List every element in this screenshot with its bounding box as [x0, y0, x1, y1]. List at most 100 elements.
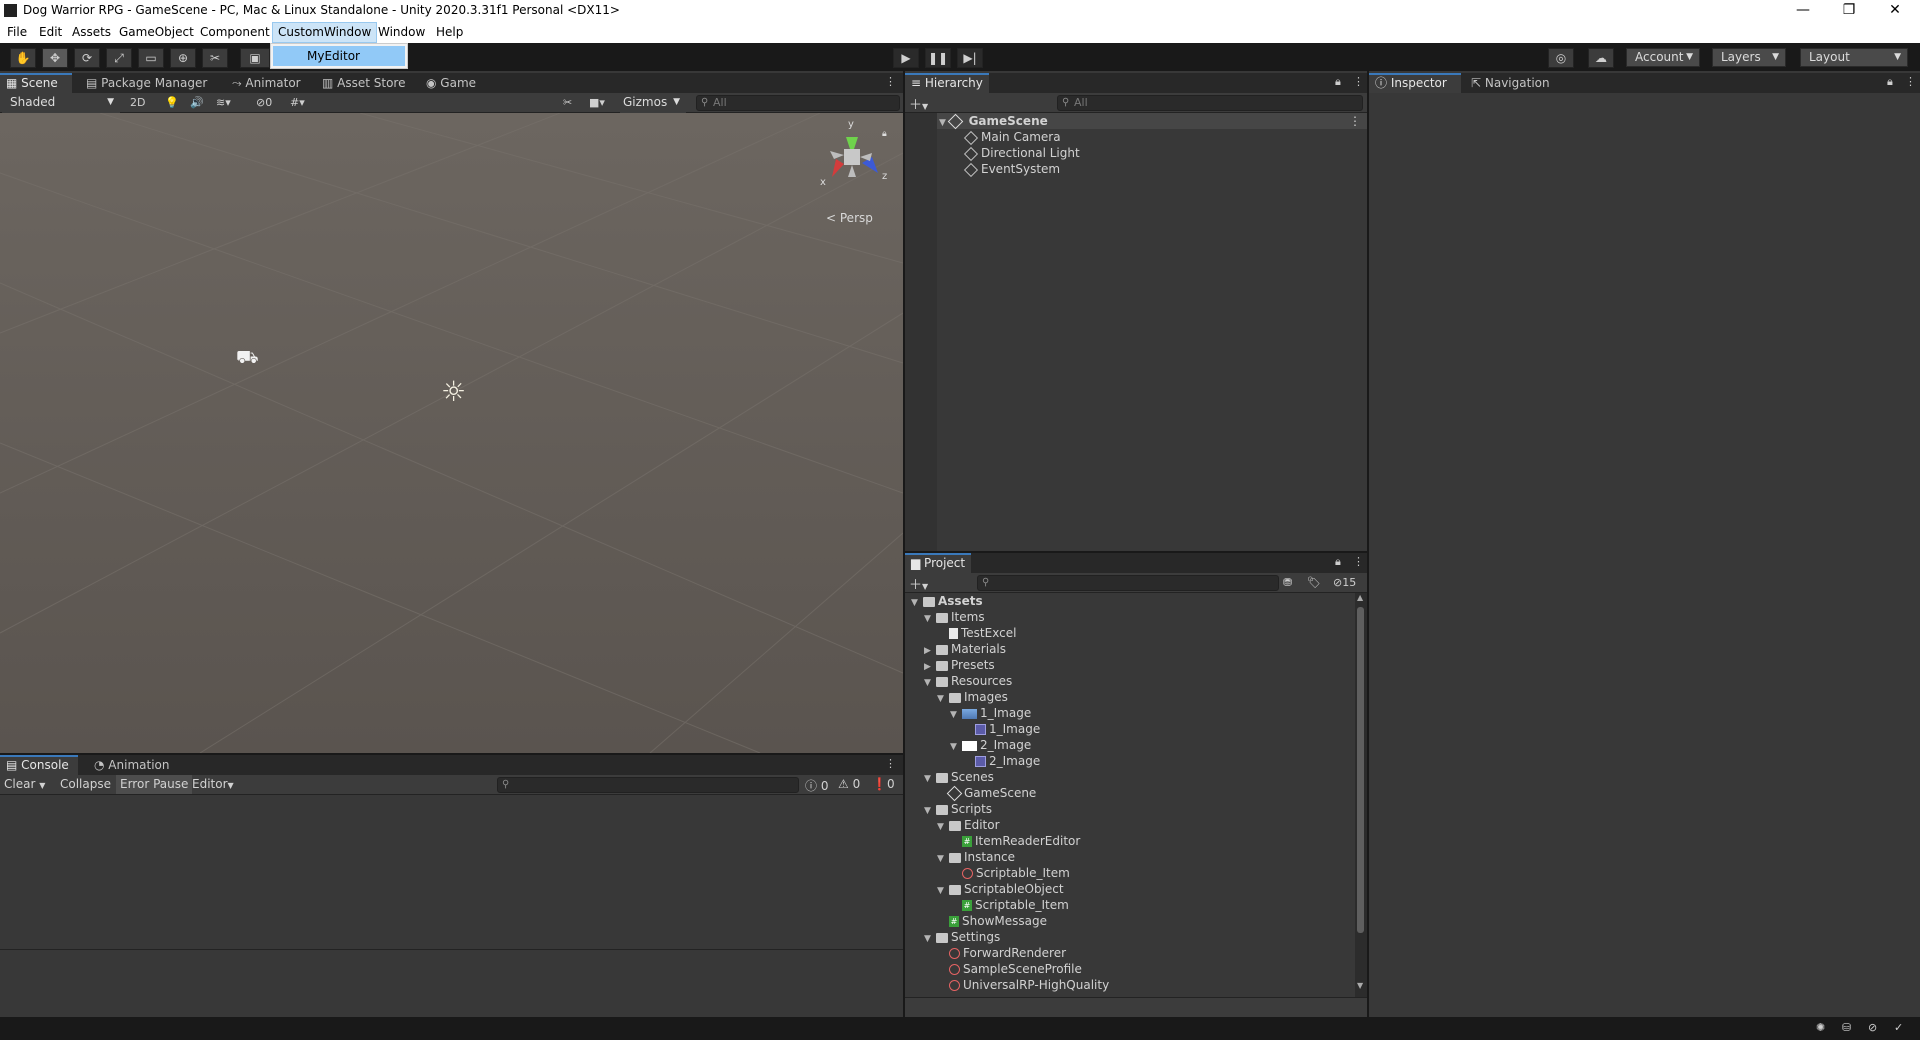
menu-item-myeditor[interactable]: MyEditor	[273, 46, 405, 66]
fold-arrow-icon[interactable]: ▼	[924, 771, 936, 787]
project-item[interactable]: ▼ Settings	[924, 929, 1000, 945]
hierarchy-item-main-camera[interactable]: Main Camera	[963, 129, 1061, 145]
collab-icon[interactable]: ◎	[1548, 48, 1574, 68]
hierarchy-tree[interactable]: ▼ GameScene ⋮ Main Camera Directional Li…	[937, 113, 1367, 551]
debug-icon[interactable]: ✺	[1816, 1021, 1825, 1034]
move-tool-icon[interactable]: ✥	[42, 48, 68, 68]
auto-generate-lighting-icon[interactable]: ⊘	[1868, 1021, 1877, 1034]
tab-package-manager[interactable]: ▤ Package Manager	[80, 73, 213, 93]
hierarchy-item-directional-light[interactable]: Directional Light	[963, 145, 1080, 161]
filter-type-icon[interactable]: ⛃	[1283, 576, 1292, 589]
perspective-toggle[interactable]: < Persp	[826, 211, 873, 225]
scale-tool-icon[interactable]: ⤢	[106, 48, 132, 68]
scrollbar-thumb[interactable]	[1357, 607, 1364, 933]
tab-scene[interactable]: ▦ Scene	[0, 73, 72, 93]
gizmos-dropdown[interactable]: Gizmos ▼	[620, 94, 686, 113]
lock-icon[interactable]: 🔒︎	[1335, 75, 1341, 89]
error-pause-toggle[interactable]: Error Pause	[116, 775, 193, 794]
fold-arrow-icon[interactable]: ▼	[950, 707, 962, 723]
fold-arrow-icon[interactable]: ▼	[937, 851, 949, 867]
tab-console[interactable]: ▤ Console	[0, 755, 78, 775]
hidden-objects-icon[interactable]: ⊘0	[256, 96, 272, 109]
project-item[interactable]: ▼ Items	[924, 609, 985, 625]
project-item[interactable]: ▼ 1_Image	[950, 705, 1031, 721]
project-item[interactable]: ▶ Presets	[924, 657, 995, 673]
account-dropdown[interactable]: Account ▼	[1626, 48, 1700, 67]
warning-filter-toggle[interactable]: ⚠ 0	[838, 777, 860, 791]
menu-gameobject[interactable]: GameObject	[114, 22, 199, 43]
console-search-input[interactable]: ⚲	[497, 777, 799, 793]
editor-dropdown[interactable]: Editor▼	[192, 777, 234, 791]
orientation-gizmo[interactable]: y x z 🔒︎ < Persp	[820, 119, 910, 229]
fold-arrow-icon[interactable]: ▼	[924, 803, 936, 819]
fold-arrow-icon[interactable]: ▼	[937, 819, 949, 835]
audio-icon[interactable]: 🔊	[190, 96, 204, 109]
scene-viewport[interactable]: ⛟ ☼ y x z 🔒︎ < Persp	[0, 113, 903, 753]
lock-icon[interactable]: 🔒︎	[1887, 75, 1893, 89]
lighting-icon[interactable]: 💡	[165, 96, 179, 109]
tools-icon[interactable]: ✂	[563, 96, 572, 109]
tab-inspector[interactable]: ⓘ Inspector	[1369, 73, 1461, 93]
lock-icon[interactable]: 🔒︎	[1335, 555, 1341, 569]
tab-animation[interactable]: ◔ Animation	[88, 755, 175, 775]
project-item[interactable]: ▼ ScriptableObject	[937, 881, 1064, 897]
pivot-toggle-icon[interactable]: ▣	[240, 48, 270, 68]
database-icon[interactable]: ⛁	[1842, 1021, 1851, 1034]
log-filter-toggle[interactable]: ⓘ 0	[805, 777, 828, 794]
menu-window[interactable]: Window	[373, 22, 430, 43]
project-tree[interactable]: ▼ Assets ▼ Items TestExcel ▶ Materials ▶ Presets…	[905, 593, 1355, 997]
scene-row[interactable]: ▼ GameScene ⋮	[937, 113, 1367, 130]
console-log-area[interactable]	[0, 795, 903, 949]
light-gizmo-icon[interactable]: ☼	[441, 375, 466, 408]
fold-arrow-icon[interactable]: ▼	[950, 739, 962, 755]
collapse-toggle[interactable]: Collapse	[60, 777, 111, 791]
project-item[interactable]: # Scriptable_Item	[950, 897, 1069, 913]
project-item[interactable]: SampleSceneProfile	[937, 961, 1082, 977]
camera-gizmo-icon[interactable]: ⛟	[236, 347, 259, 371]
maximize-button[interactable]: ❐	[1826, 0, 1872, 22]
scroll-up-icon[interactable]: ▲	[1357, 593, 1363, 602]
menu-help[interactable]: Help	[431, 22, 468, 43]
menu-file[interactable]: File	[2, 22, 32, 43]
fold-arrow-icon[interactable]: ▼	[937, 691, 949, 707]
project-item[interactable]: GameScene	[937, 785, 1036, 802]
create-add-button[interactable]: ＋▼	[909, 574, 928, 593]
effects-icon[interactable]: ≋▾	[216, 96, 231, 109]
project-scrollbar[interactable]: ▲ ▼	[1355, 593, 1367, 997]
custom-tool-icon[interactable]: ✂	[202, 48, 228, 68]
menu-assets[interactable]: Assets	[67, 22, 116, 43]
fold-arrow-icon[interactable]: ▼	[924, 675, 936, 691]
rect-tool-icon[interactable]: ▭	[138, 48, 164, 68]
tab-animator[interactable]: ⤳ Animator	[226, 73, 307, 93]
scroll-down-icon[interactable]: ▼	[1357, 981, 1363, 990]
project-item[interactable]: Scriptable_Item	[950, 865, 1070, 881]
project-item[interactable]: ▼ 2_Image	[950, 737, 1031, 753]
close-button[interactable]: ✕	[1872, 0, 1918, 22]
panel-menu-icon[interactable]: ⋮	[1905, 75, 1916, 88]
tab-game[interactable]: ◉ Game	[420, 73, 482, 93]
project-search-input[interactable]: ⚲	[977, 575, 1279, 591]
transform-tool-icon[interactable]: ⊕	[170, 48, 196, 68]
menu-edit[interactable]: Edit	[34, 22, 67, 43]
scene-menu-icon[interactable]: ⋮	[1349, 113, 1361, 129]
pause-button[interactable]: ❚❚	[925, 48, 951, 68]
menu-component[interactable]: Component	[195, 22, 275, 43]
panel-menu-icon[interactable]: ⋮	[1353, 555, 1364, 568]
project-item[interactable]: ▼ Editor	[937, 817, 1000, 833]
fold-arrow-icon[interactable]: ▼	[924, 611, 936, 627]
camera-icon[interactable]: ■▾	[589, 96, 605, 109]
shading-dropdown[interactable]: Shaded ▼	[2, 94, 120, 113]
progress-check-icon[interactable]: ✓	[1894, 1021, 1903, 1034]
toggle-2d-button[interactable]: 2D	[130, 96, 145, 109]
layout-dropdown[interactable]: Layout ▼	[1800, 48, 1908, 67]
tab-hierarchy[interactable]: ≡ Hierarchy	[905, 73, 989, 93]
error-filter-toggle[interactable]: ❗0	[872, 777, 895, 791]
hidden-packages-icon[interactable]: ⊘15	[1333, 576, 1356, 589]
hierarchy-item-eventsystem[interactable]: EventSystem	[963, 161, 1060, 177]
project-item[interactable]: UniversalRP-HighQuality	[937, 977, 1109, 993]
tab-project[interactable]: ▆ Project	[905, 553, 971, 573]
filter-label-icon[interactable]: 🏷︎	[1307, 576, 1321, 589]
menu-customwindow[interactable]: CustomWindow	[272, 22, 378, 43]
fold-arrow-icon[interactable]: ▼	[924, 931, 936, 947]
lock-icon[interactable]: 🔒︎	[882, 129, 887, 139]
